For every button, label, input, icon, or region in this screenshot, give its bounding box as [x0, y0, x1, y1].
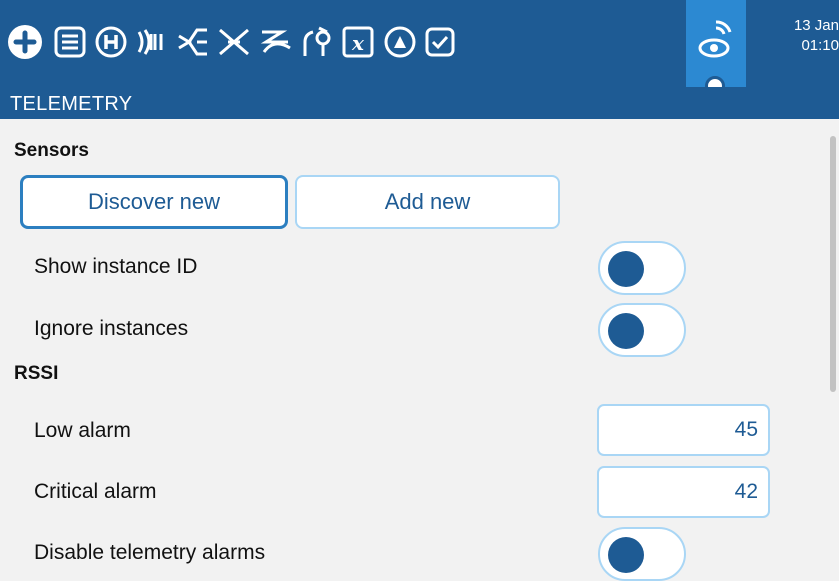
scrollbar[interactable] — [830, 136, 836, 392]
discover-new-button[interactable]: Discover new — [20, 175, 288, 229]
h-circle-icon[interactable] — [91, 22, 131, 62]
toggle-knob — [608, 313, 644, 349]
show-instance-id-label: Show instance ID — [34, 255, 198, 278]
toggle-knob — [608, 537, 644, 573]
signal-waves-icon[interactable] — [131, 22, 171, 62]
add-circle-icon[interactable] — [5, 22, 45, 62]
disable-telemetry-alarms-label: Disable telemetry alarms — [34, 541, 266, 564]
ignore-instances-toggle[interactable] — [598, 303, 686, 357]
menu-list-icon[interactable] — [50, 22, 90, 62]
top-toolbar: x 13 Jan 01:10 — [0, 0, 839, 96]
mixer-icon[interactable] — [173, 22, 213, 62]
page-title: TELEMETRY — [0, 87, 839, 119]
variable-x-icon[interactable]: x — [338, 22, 378, 62]
time-text: 01:10 — [801, 37, 839, 54]
low-alarm-field[interactable]: 45 — [597, 404, 770, 456]
date-text: 13 Jan — [793, 17, 839, 34]
critical-alarm-label: Critical alarm — [34, 480, 157, 503]
curves-icon[interactable] — [256, 22, 296, 62]
telemetry-eye-icon[interactable] — [686, 0, 746, 96]
cloud-timer-icon[interactable] — [380, 22, 420, 62]
toggle-knob — [608, 251, 644, 287]
critical-alarm-field[interactable]: 42 — [597, 466, 770, 518]
rssi-header: RSSI — [14, 363, 59, 384]
sensors-header: Sensors — [14, 140, 89, 161]
add-new-button[interactable]: Add new — [295, 175, 560, 229]
clock: 13 Jan 01:10 — [761, 16, 839, 56]
disable-telemetry-alarms-toggle[interactable] — [598, 527, 686, 581]
servo-icon[interactable] — [297, 22, 337, 62]
crossed-arrows-icon[interactable] — [214, 22, 254, 62]
show-instance-id-toggle[interactable] — [598, 241, 686, 295]
ignore-instances-label: Ignore instances — [34, 317, 189, 340]
low-alarm-label: Low alarm — [34, 419, 131, 442]
checkbox-icon[interactable] — [420, 22, 460, 62]
svg-text:x: x — [351, 31, 365, 55]
